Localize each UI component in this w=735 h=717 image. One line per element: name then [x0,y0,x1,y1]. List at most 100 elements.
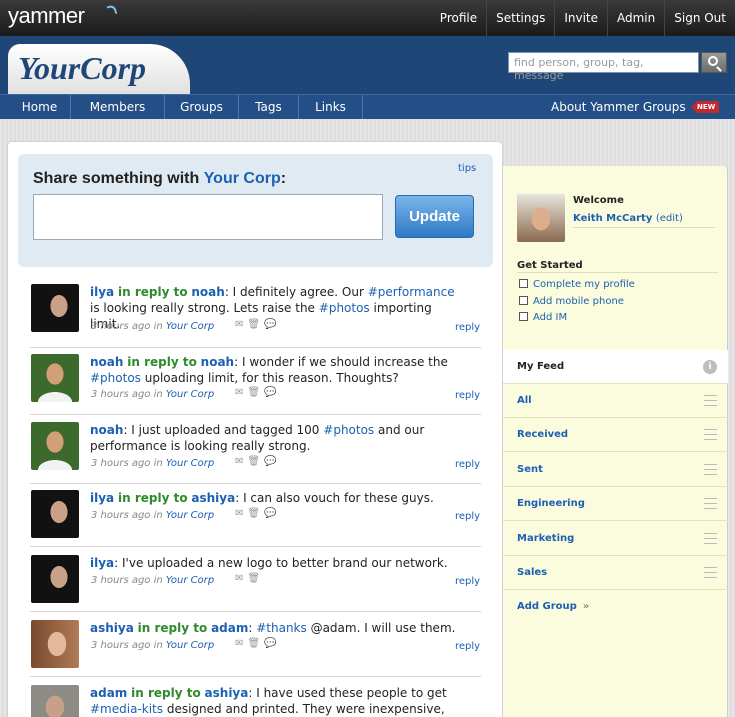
invite-link[interactable]: Invite [554,0,607,36]
reply-link[interactable]: reply [455,322,480,333]
group-link[interactable]: Your Corp [166,321,214,332]
trash-icon: 🗑 [247,319,265,330]
message-text: ilya: I've uploaded a new logo to better… [90,556,448,570]
task-add-mobile-phone[interactable]: Add mobile phone [519,296,624,307]
avatar[interactable] [31,284,79,332]
message-text: ashiya in reply to adam: #thanks @adam. … [90,621,456,635]
comment-icon: 💬 [264,508,281,519]
reply-link[interactable]: reply [455,576,480,587]
yammer-logo[interactable]: yammer [8,3,118,29]
avatar[interactable] [31,422,79,470]
drag-handle-icon[interactable] [704,464,717,475]
edit-profile-link[interactable]: (edit) [656,213,683,224]
reply-link[interactable]: reply [455,390,480,401]
drag-handle-icon[interactable] [704,533,717,544]
my-feed-header: My Feed i [503,350,728,384]
comment-icon: 💬 [264,387,281,398]
group-link[interactable]: Your Corp [166,575,214,586]
drag-handle-icon[interactable] [704,498,717,509]
message-item: ilya in reply to ashiya: I can also vouc… [30,490,481,547]
feed-received[interactable]: Received [503,418,728,452]
search-button[interactable] [701,52,727,73]
message-item: ashiya in reply to adam: #thanks @adam. … [30,620,481,677]
settings-link[interactable]: Settings [486,0,554,36]
main-nav: Home Members Groups Tags Links About Yam… [0,94,735,119]
info-icon[interactable]: i [703,360,717,374]
nav-groups[interactable]: Groups [165,95,239,119]
message-text: noah in reply to noah: I wonder if we sh… [90,355,448,385]
message-meta: 3 hours ago in Your Corp [91,389,215,400]
reply-link[interactable]: reply [455,511,480,522]
message-actions[interactable]: ✉🗑💬 [235,508,281,519]
nav-links[interactable]: Links [299,95,363,119]
tips-link[interactable]: tips [458,163,476,174]
feed-marketing[interactable]: Marketing [503,522,728,556]
nav-home[interactable]: Home [9,95,71,119]
search-icon [708,56,718,66]
reply-link[interactable]: reply [455,641,480,652]
sign-out-link[interactable]: Sign Out [664,0,735,36]
message-meta: 3 hours ago in Your Corp [91,575,215,586]
drag-handle-icon[interactable] [704,429,717,440]
task-add-im[interactable]: Add IM [519,312,567,323]
group-link[interactable]: Your Corp [166,510,214,521]
feed-engineering[interactable]: Engineering [503,487,728,521]
trash-icon: 🗑 [247,508,265,519]
search-input[interactable]: find person, group, tag, message [508,52,699,82]
share-input[interactable] [33,194,383,240]
message-item: noah: I just uploaded and tagged 100 #ph… [30,422,481,484]
avatar[interactable] [31,354,79,402]
feed-all[interactable]: All [503,384,728,418]
group-link[interactable]: Your Corp [166,458,214,469]
avatar[interactable] [31,490,79,538]
message-text: noah: I just uploaded and tagged 100 #ph… [90,423,425,453]
divider [573,227,715,228]
avatar[interactable] [31,555,79,603]
trash-icon: 🗑 [247,638,265,649]
company-logo[interactable]: YourCorp [8,44,190,95]
message-text: ilya in reply to ashiya: I can also vouc… [90,491,434,505]
email-icon: ✉ [235,573,248,584]
email-icon: ✉ [235,319,248,330]
user-name-link[interactable]: Keith McCarty (edit) [573,213,683,224]
drag-handle-icon[interactable] [704,395,717,406]
task-complete-profile[interactable]: Complete my profile [519,279,635,290]
checkbox-icon[interactable] [519,312,528,321]
admin-link[interactable]: Admin [607,0,664,36]
message-meta: 3 hours ago in Your Corp [91,321,215,332]
avatar[interactable] [31,685,79,717]
add-group-link[interactable]: Add Group» [517,601,589,612]
update-button[interactable]: Update [395,195,474,238]
message-meta: 3 hours ago in Your Corp [91,458,215,469]
divider [517,272,718,273]
message-actions[interactable]: ✉🗑💬 [235,387,281,398]
sidebar: Welcome Keith McCarty (edit) Get Started… [503,166,728,717]
message-actions[interactable]: ✉🗑💬 [235,456,281,467]
email-icon: ✉ [235,638,248,649]
reply-link[interactable]: reply [455,459,480,470]
nav-members[interactable]: Members [71,95,165,119]
share-heading: Share something with Your Corp: [33,170,287,187]
drag-handle-icon[interactable] [704,567,717,578]
share-box: Share something with Your Corp: tips Upd… [18,154,493,267]
avatar[interactable] [31,620,79,668]
nav-tags[interactable]: Tags [239,95,299,119]
new-badge: NEW [691,101,720,113]
group-link[interactable]: Your Corp [166,389,214,400]
feed-sales[interactable]: Sales [503,556,728,590]
comment-icon: 💬 [264,456,281,467]
profile-link[interactable]: Profile [431,0,486,36]
message-actions[interactable]: ✉🗑💬 [235,638,281,649]
group-link[interactable]: Your Corp [166,640,214,651]
trash-icon: 🗑 [247,573,265,584]
checkbox-icon[interactable] [519,296,528,305]
main-panel: Share something with Your Corp: tips Upd… [8,142,502,717]
message-actions[interactable]: ✉🗑💬 [235,319,281,330]
checkbox-icon[interactable] [519,279,528,288]
user-avatar[interactable] [517,194,565,242]
about-yammer-groups-link[interactable]: About Yammer Groups [551,95,686,119]
message-text: adam in reply to ashiya: I have used the… [90,686,447,716]
chevron-right-icon: » [582,601,590,612]
feed-sent[interactable]: Sent [503,453,728,487]
message-actions[interactable]: ✉🗑 [235,573,264,584]
